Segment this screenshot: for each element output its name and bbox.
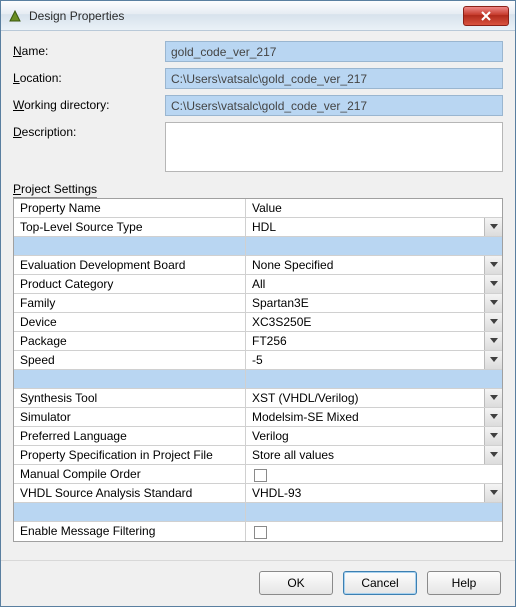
titlebar[interactable]: Design Properties xyxy=(1,1,515,31)
property-value[interactable]: Verilog xyxy=(246,427,484,445)
chevron-down-icon xyxy=(490,281,498,287)
property-value[interactable]: HDL xyxy=(246,218,484,236)
property-value[interactable]: Spartan3E xyxy=(246,294,484,312)
property-name: Family xyxy=(14,294,246,312)
grid-row: Manual Compile Order xyxy=(14,465,502,484)
chevron-down-icon xyxy=(490,433,498,439)
property-value[interactable]: XC3S250E xyxy=(246,313,484,331)
grid-row: VHDL Source Analysis StandardVHDL-93 xyxy=(14,484,502,503)
property-name: Speed xyxy=(14,351,246,369)
settings-grid: Property Name Value Top-Level Source Typ… xyxy=(13,198,503,542)
grid-row: DeviceXC3S250E xyxy=(14,313,502,332)
help-button[interactable]: Help xyxy=(427,571,501,595)
property-name: Synthesis Tool xyxy=(14,389,246,407)
grid-row: Synthesis ToolXST (VHDL/Verilog) xyxy=(14,389,502,408)
dropdown-button[interactable] xyxy=(484,351,502,369)
chevron-down-icon xyxy=(490,414,498,420)
property-value[interactable]: -5 xyxy=(246,351,484,369)
property-value[interactable]: FT256 xyxy=(246,332,484,350)
workdir-field: C:\Users\vatsalc\gold_code_ver_217 xyxy=(165,95,503,116)
chevron-down-icon xyxy=(490,395,498,401)
close-button[interactable] xyxy=(463,6,509,26)
checkbox[interactable] xyxy=(254,469,267,482)
property-name: Enable Message Filtering xyxy=(14,522,246,541)
dropdown-button[interactable] xyxy=(484,408,502,426)
dropdown-button[interactable] xyxy=(484,389,502,407)
grid-row: Product CategoryAll xyxy=(14,275,502,294)
chevron-down-icon xyxy=(490,262,498,268)
chevron-down-icon xyxy=(490,452,498,458)
property-name: VHDL Source Analysis Standard xyxy=(14,484,246,502)
dropdown-button[interactable] xyxy=(484,446,502,464)
property-name: Evaluation Development Board xyxy=(14,256,246,274)
location-label: Location: xyxy=(13,68,165,85)
chevron-down-icon xyxy=(490,357,498,363)
grid-row xyxy=(14,237,502,256)
chevron-down-icon xyxy=(490,338,498,344)
property-name: Property Specification in Project File xyxy=(14,446,246,464)
property-value[interactable]: VHDL-93 xyxy=(246,484,484,502)
grid-row: Enable Message Filtering xyxy=(14,522,502,541)
property-value[interactable]: Modelsim-SE Mixed xyxy=(246,408,484,426)
grid-row: FamilySpartan3E xyxy=(14,294,502,313)
chevron-down-icon xyxy=(490,224,498,230)
property-value[interactable]: XST (VHDL/Verilog) xyxy=(246,389,484,407)
workdir-label: Working directory: xyxy=(13,95,165,112)
cancel-button[interactable]: Cancel xyxy=(343,571,417,595)
property-name: Manual Compile Order xyxy=(14,465,246,483)
name-label: Name: xyxy=(13,41,165,58)
dropdown-button[interactable] xyxy=(484,332,502,350)
dropdown-button[interactable] xyxy=(484,484,502,502)
property-name: Top-Level Source Type xyxy=(14,218,246,236)
grid-row xyxy=(14,503,502,522)
app-icon xyxy=(7,8,23,24)
description-label: Description: xyxy=(13,122,165,139)
project-settings-label: Project Settings xyxy=(13,182,503,196)
description-field[interactable] xyxy=(165,122,503,172)
chevron-down-icon xyxy=(490,490,498,496)
grid-row: Preferred LanguageVerilog xyxy=(14,427,502,446)
property-value[interactable]: None Specified xyxy=(246,256,484,274)
dialog-window: Design Properties Name: gold_code_ver_21… xyxy=(0,0,516,607)
grid-row: PackageFT256 xyxy=(14,332,502,351)
property-name: Product Category xyxy=(14,275,246,293)
ok-button[interactable]: OK xyxy=(259,571,333,595)
dropdown-button[interactable] xyxy=(484,313,502,331)
property-value[interactable]: All xyxy=(246,275,484,293)
property-value[interactable]: Store all values xyxy=(246,446,484,464)
chevron-down-icon xyxy=(490,319,498,325)
grid-row: Evaluation Development BoardNone Specifi… xyxy=(14,256,502,275)
dropdown-button[interactable] xyxy=(484,294,502,312)
chevron-down-icon xyxy=(490,300,498,306)
close-icon xyxy=(480,11,492,21)
name-field: gold_code_ver_217 xyxy=(165,41,503,62)
property-name: Preferred Language xyxy=(14,427,246,445)
header-value: Value xyxy=(246,199,502,217)
grid-row xyxy=(14,370,502,389)
property-name: Package xyxy=(14,332,246,350)
grid-row: Property Specification in Project FileSt… xyxy=(14,446,502,465)
location-field: C:\Users\vatsalc\gold_code_ver_217 xyxy=(165,68,503,89)
grid-row: Top-Level Source TypeHDL xyxy=(14,218,502,237)
dropdown-button[interactable] xyxy=(484,256,502,274)
property-name: Device xyxy=(14,313,246,331)
grid-row: Speed-5 xyxy=(14,351,502,370)
header-property: Property Name xyxy=(14,199,246,217)
window-title: Design Properties xyxy=(29,9,463,23)
button-bar: OK Cancel Help xyxy=(1,560,515,606)
checkbox[interactable] xyxy=(254,526,267,539)
dropdown-button[interactable] xyxy=(484,275,502,293)
grid-row: SimulatorModelsim-SE Mixed xyxy=(14,408,502,427)
dropdown-button[interactable] xyxy=(484,218,502,236)
grid-header: Property Name Value xyxy=(14,199,502,218)
content-area: Name: gold_code_ver_217 Location: C:\Use… xyxy=(1,31,515,560)
dropdown-button[interactable] xyxy=(484,427,502,445)
property-name: Simulator xyxy=(14,408,246,426)
